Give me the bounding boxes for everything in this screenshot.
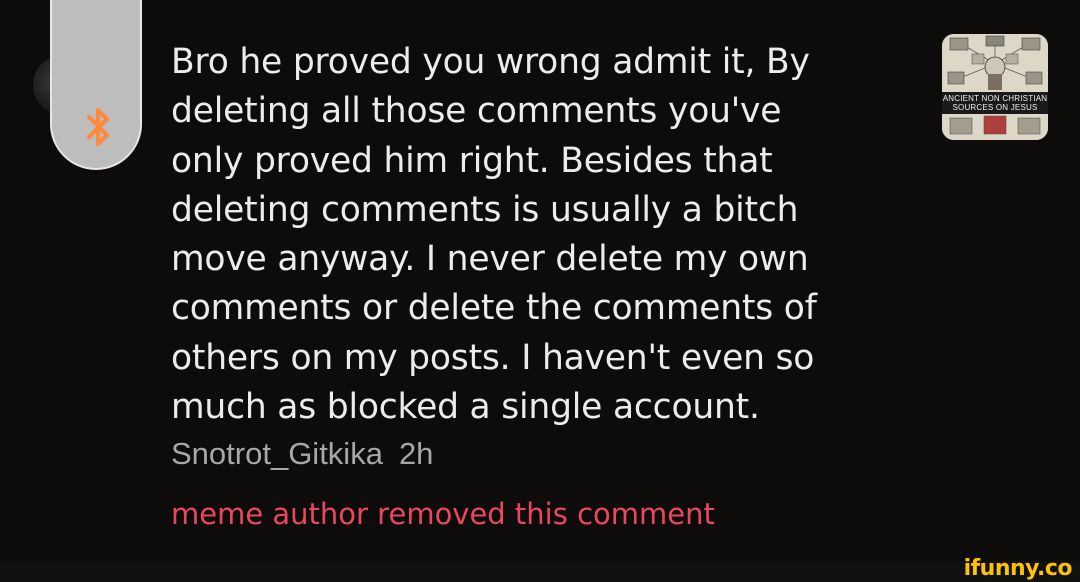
bluetooth-icon	[86, 107, 110, 147]
comment-meta: Snotrot_Gitkika 2h	[171, 434, 433, 474]
comment-line: much as blocked a single account.	[171, 387, 760, 428]
removed-comment-notice: meme author removed this comment	[171, 497, 715, 531]
comment-line: Bro he proved you wrong admit it, By	[171, 42, 810, 82]
comment-line: others on my posts. I haven't even so	[171, 337, 815, 378]
comment-time: 2h	[398, 436, 434, 471]
thumbnail-caption: SOURCES ON JESUS	[952, 103, 1038, 112]
author-name[interactable]: Snotrot_Gitkika	[171, 436, 383, 471]
comment-line: only proved him right. Besides that	[171, 140, 773, 181]
ifunny-watermark: ifunny.co	[963, 556, 1073, 581]
thumbnail-art	[942, 34, 1048, 140]
thumbnail-caption: ANCIENT NON CHRISTIAN	[942, 94, 1048, 103]
post-thumbnail[interactable]: ANCIENT NON CHRISTIAN SOURCES ON JESUS	[942, 34, 1048, 140]
comment-line: move anyway. I never delete my own	[171, 239, 809, 280]
comment-line: deleting all those comments you've	[171, 91, 782, 132]
comment-line: deleting comments is usually a bitch	[171, 189, 799, 230]
comment-line: comments or delete the comments of	[171, 288, 817, 329]
comment-text: Bro he proved you wrong admit it, By del…	[171, 38, 911, 432]
watermark-bar	[0, 561, 1080, 582]
